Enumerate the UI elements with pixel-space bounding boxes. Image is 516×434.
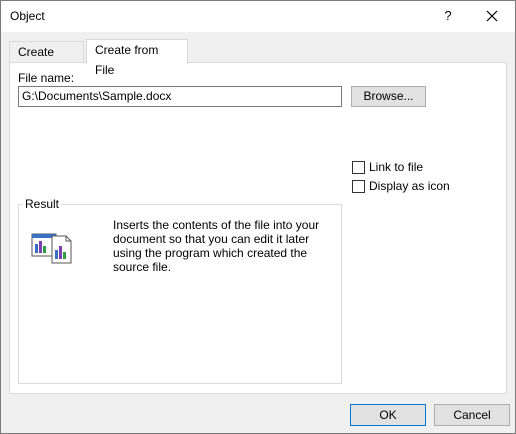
dialog-title: Object	[10, 9, 45, 23]
tab-create-new[interactable]: Create New	[9, 41, 84, 79]
ok-button[interactable]: OK	[350, 404, 426, 426]
title-bar: Object ?	[1, 1, 515, 32]
checkbox-box[interactable]	[352, 180, 365, 193]
file-name-input[interactable]: G:\Documents\Sample.docx	[18, 86, 342, 107]
result-label: Result	[23, 197, 62, 211]
link-to-file-label: Link to file	[369, 160, 424, 174]
object-dialog: Object ? Create New Create from File Fil…	[0, 0, 516, 434]
close-icon	[486, 10, 498, 22]
embedded-document-icon	[31, 233, 72, 264]
help-button[interactable]: ?	[437, 5, 459, 27]
checkbox-box[interactable]	[352, 161, 365, 174]
cancel-button[interactable]: Cancel	[434, 404, 510, 426]
result-description: Inserts the contents of the file into yo…	[113, 218, 320, 274]
tab-strip: Create New Create from File	[9, 39, 507, 79]
display-as-icon-label: Display as icon	[369, 179, 450, 193]
file-name-label: File name:	[18, 71, 75, 85]
tab-create-from-file[interactable]: Create from File	[86, 39, 188, 77]
close-button[interactable]	[479, 5, 505, 27]
browse-button[interactable]: Browse...	[351, 86, 426, 107]
create-from-file-panel: File name: G:\Documents\Sample.docx Brow…	[9, 62, 507, 394]
result-group: Result Inserts the contents of the file …	[18, 197, 342, 384]
